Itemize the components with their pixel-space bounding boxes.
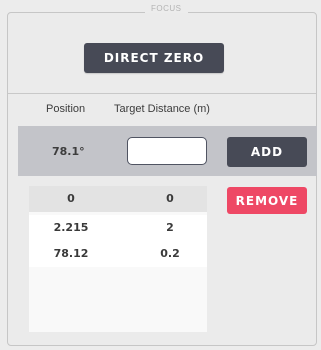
section-divider xyxy=(8,93,316,94)
table-cell-position: 0 xyxy=(67,192,75,205)
table-cell-distance: 0.2 xyxy=(160,247,180,260)
current-position-value: 78.1° xyxy=(52,145,85,158)
target-distance-input[interactable] xyxy=(127,137,207,165)
focus-panel-legend: FOCUS xyxy=(145,4,188,13)
table-cell-position: 2.215 xyxy=(53,221,89,234)
direct-zero-button[interactable]: DIRECT ZERO xyxy=(84,43,224,73)
remove-button[interactable]: REMOVE xyxy=(227,187,307,214)
table-cell-distance: 0 xyxy=(166,192,174,205)
target-distance-column-header: Target Distance (m) xyxy=(114,103,210,115)
position-column-header: Position xyxy=(46,103,86,115)
table-row[interactable]: 0 0 xyxy=(29,186,207,212)
table-cell-distance: 2 xyxy=(166,221,174,234)
table-row[interactable]: 78.12 0.2 xyxy=(29,241,207,267)
focus-points-table: 0 0 2.215 2 78.12 0.2 xyxy=(29,186,207,332)
table-cell-position: 78.12 xyxy=(53,247,89,260)
add-button[interactable]: ADD xyxy=(227,137,307,167)
table-row[interactable]: 2.215 2 xyxy=(29,215,207,241)
